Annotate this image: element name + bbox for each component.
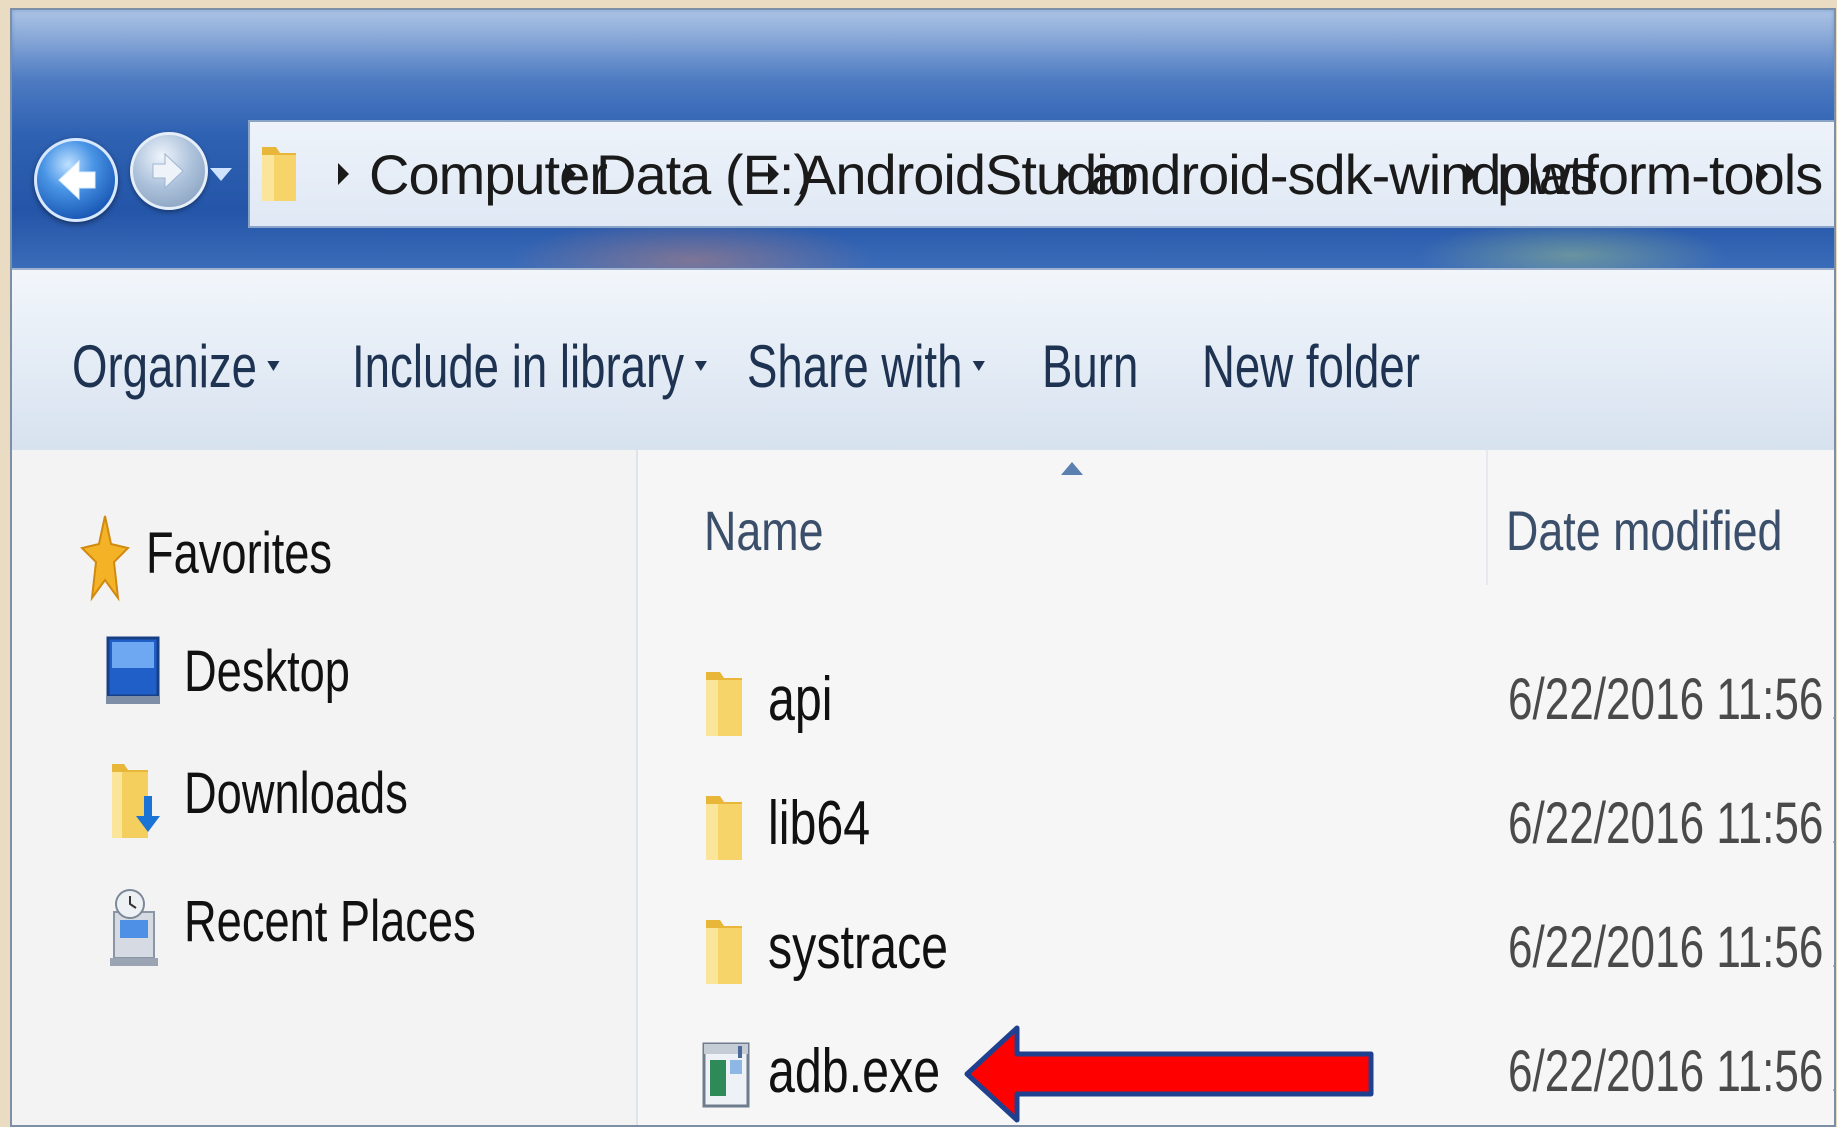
recent-places-icon	[110, 889, 158, 966]
sort-ascending-icon	[1061, 462, 1083, 475]
file-date: 6/22/2016 11:56 A...	[1508, 791, 1834, 856]
breadcrumb-separator-icon[interactable]	[1466, 163, 1477, 185]
breadcrumb-separator-icon[interactable]	[338, 163, 349, 185]
new-folder-label: New folder	[1202, 333, 1420, 400]
file-name: systrace	[768, 913, 949, 982]
breadcrumb-platform-tools[interactable]: platform-tools	[1497, 142, 1823, 207]
breadcrumb-computer[interactable]: Computer	[369, 142, 608, 207]
desktop-icon	[106, 636, 160, 704]
nav-item-label: Downloads	[184, 760, 408, 826]
new-folder-button[interactable]: New folder	[1202, 332, 1420, 401]
include-label: Include in library	[352, 333, 685, 400]
file-name: lib64	[768, 789, 871, 858]
column-header-date-modified[interactable]: Date modified	[1506, 498, 1782, 563]
forward-button[interactable]	[130, 132, 208, 210]
folder-icon	[706, 920, 742, 984]
folder-icon	[262, 147, 296, 201]
organize-label: Organize	[72, 333, 258, 400]
red-arrow-annotation	[964, 1025, 1374, 1123]
recent-pages-dropdown[interactable]	[210, 168, 232, 181]
title-bar: Computer Data (E:) AndroidStudio android…	[12, 10, 1834, 268]
nav-item-desktop[interactable]: Desktop	[104, 634, 397, 708]
address-bar[interactable]: Computer Data (E:) AndroidStudio android…	[248, 120, 1834, 228]
nav-item-downloads[interactable]: Downloads	[108, 756, 471, 844]
downloads-folder-icon	[112, 764, 160, 838]
breadcrumb-separator-icon[interactable]	[565, 163, 576, 185]
table-row[interactable]: systrace 6/22/2016 11:56 A...	[638, 896, 1834, 1006]
nav-item-label: Desktop	[184, 638, 350, 704]
table-row[interactable]: api 6/22/2016 11:56 A...	[638, 648, 1834, 758]
table-row[interactable]: lib64 6/22/2016 11:56 A...	[638, 772, 1834, 882]
folder-icon	[706, 796, 742, 860]
dropdown-caret-icon	[694, 361, 707, 372]
file-date: 6/22/2016 11:56 A...	[1508, 915, 1834, 980]
nav-item-recent-places[interactable]: Recent Places	[108, 886, 558, 970]
dropdown-caret-icon	[267, 361, 280, 372]
file-date: 6/22/2016 11:56 A...	[1508, 1039, 1834, 1104]
explorer-window: Computer Data (E:) AndroidStudio android…	[10, 8, 1836, 1127]
breadcrumb-data-drive[interactable]: Data (E:)	[596, 142, 812, 207]
file-date: 6/22/2016 11:56 A...	[1508, 667, 1834, 732]
nav-favorites[interactable]: Favorites	[80, 510, 385, 604]
file-name: api	[768, 665, 833, 734]
breadcrumb-separator-icon[interactable]	[768, 163, 779, 185]
share-label: Share with	[747, 333, 963, 400]
breadcrumb-android-sdk-windows[interactable]: android-sdk-windows	[1090, 142, 1598, 207]
column-divider[interactable]	[1486, 450, 1488, 585]
nav-favorites-label: Favorites	[146, 520, 333, 586]
file-name: adb.exe	[768, 1037, 941, 1106]
include-in-library-button[interactable]: Include in library	[352, 332, 707, 401]
folder-icon	[706, 672, 742, 736]
breadcrumb-separator-icon[interactable]	[1757, 163, 1768, 185]
file-list: Name Date modified api 6/22/2016 11:56 A…	[638, 450, 1834, 1125]
back-button[interactable]	[34, 138, 118, 222]
breadcrumb-separator-icon[interactable]	[1059, 163, 1070, 185]
burn-label: Burn	[1042, 333, 1139, 400]
organize-button[interactable]: Organize	[72, 332, 280, 401]
executable-icon	[702, 1042, 750, 1108]
burn-button[interactable]: Burn	[1042, 332, 1138, 401]
command-bar: Organize Include in library Share with B…	[12, 268, 1834, 452]
navigation-pane: Favorites Desktop Downloads Recent Place…	[12, 450, 638, 1125]
breadcrumb-label: platform-tools	[1497, 142, 1823, 206]
star-icon	[80, 515, 130, 602]
nav-item-label: Recent Places	[184, 888, 476, 954]
share-with-button[interactable]: Share with	[747, 332, 986, 401]
back-arrow-icon	[58, 159, 96, 201]
forward-arrow-icon	[152, 152, 184, 190]
breadcrumb-label: AndroidStudio	[799, 142, 1139, 206]
column-header-name[interactable]: Name	[704, 498, 824, 563]
dropdown-caret-icon	[973, 361, 986, 372]
breadcrumb-androidstudio[interactable]: AndroidStudio	[799, 142, 1139, 207]
